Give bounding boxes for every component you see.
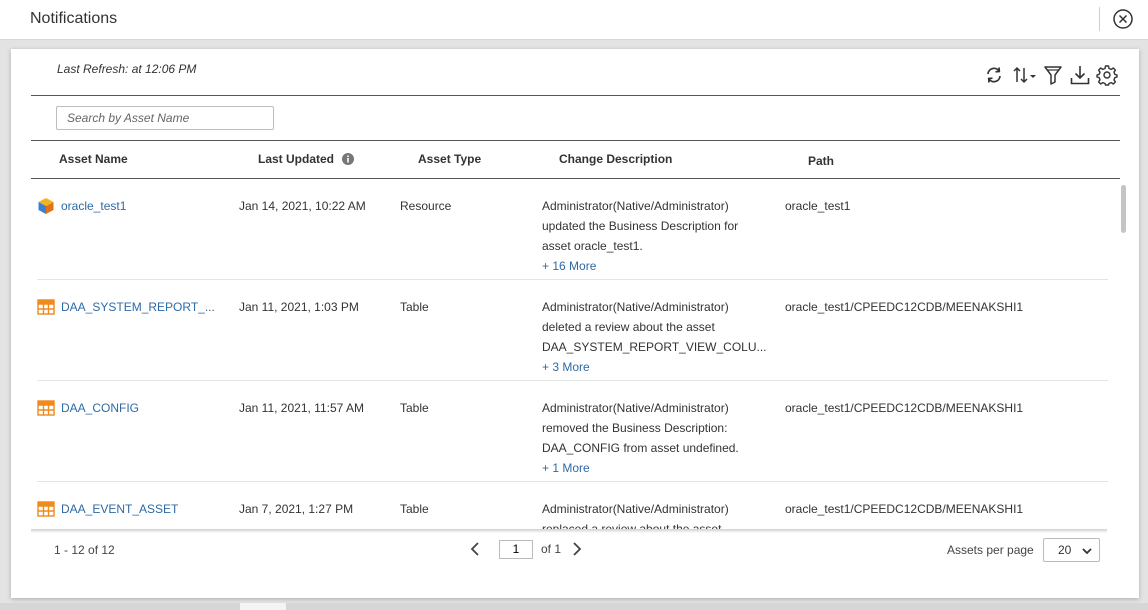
per-page-select[interactable]: 20	[1043, 538, 1100, 562]
dialog-header: Notifications	[0, 0, 1148, 40]
asset-type-cell: Table	[400, 300, 429, 314]
column-header-last-updated-label: Last Updated	[258, 152, 335, 166]
vertical-scrollbar[interactable]	[1121, 185, 1126, 233]
last-updated-cell: Jan 11, 2021, 1:03 PM	[239, 300, 359, 314]
more-changes-link[interactable]: + 1 More	[542, 458, 752, 478]
change-description-cell: Administrator(Native/Administrator) remov…	[542, 398, 752, 478]
column-header-asset-type[interactable]: Asset Type	[418, 152, 481, 166]
path-cell: oracle_test1/CPEEDC12CDB/MEENAKSHI1	[785, 502, 1024, 516]
bottom-strip-segment	[240, 603, 286, 610]
change-description-cell: Administrator(Native/Administrator) repla…	[542, 499, 752, 529]
table-row: DAA_EVENT_ASSET Jan 7, 2021, 1:27 PM Table…	[37, 482, 1108, 529]
column-header-change-description[interactable]: Change Description	[559, 152, 672, 166]
column-header-path[interactable]: Path	[808, 154, 834, 168]
change-description-line: Administrator(Native/Administrator)	[542, 199, 729, 213]
change-description-cell: Administrator(Native/Administrator) delet…	[542, 297, 767, 377]
table-scroll-shadow	[31, 529, 1107, 533]
path-cell: oracle_test1/CPEEDC12CDB/MEENAKSHI1	[785, 401, 1024, 415]
change-description-line: deleted a review about the asset	[542, 320, 715, 334]
more-changes-link[interactable]: + 16 More	[542, 256, 752, 276]
per-page-label: Assets per page	[947, 543, 1034, 557]
asset-name-link[interactable]: DAA_EVENT_ASSET	[37, 499, 178, 519]
more-changes-link[interactable]: + 3 More	[542, 357, 752, 377]
asset-type-cell: Table	[400, 502, 429, 516]
header-divider	[1099, 7, 1100, 31]
change-description-line: Administrator(Native/Administrator)	[542, 300, 729, 314]
last-updated-cell: Jan 14, 2021, 10:22 AM	[239, 199, 366, 213]
change-description-line: Administrator(Native/Administrator)	[542, 401, 729, 415]
per-page-value: 20	[1058, 543, 1072, 557]
filter-icon[interactable]	[1042, 64, 1064, 86]
path-cell: oracle_test1/CPEEDC12CDB/MEENAKSHI1	[785, 300, 1024, 314]
asset-name-link[interactable]: DAA_CONFIG	[37, 398, 139, 418]
search-input[interactable]	[56, 106, 274, 130]
table-icon	[37, 399, 55, 417]
column-header-asset-name[interactable]: Asset Name	[59, 152, 128, 166]
change-description-line: updated the Business Description for	[542, 219, 739, 233]
table-row: DAA_SYSTEM_REPORT_... Jan 11, 2021, 1:03 …	[37, 280, 1108, 381]
previous-page-icon[interactable]	[467, 539, 483, 559]
table-icon	[37, 298, 55, 316]
asset-name-link[interactable]: DAA_SYSTEM_REPORT_...	[37, 297, 215, 317]
page-total: of 1	[541, 542, 562, 556]
dialog-title: Notifications	[30, 10, 118, 27]
change-description-cell: Administrator(Native/Administrator) updat…	[542, 196, 752, 276]
notifications-panel: Last Refresh: at 12:06 PM Asset Name Las…	[11, 49, 1139, 598]
result-count: 1 - 12 of 12	[54, 543, 115, 557]
info-icon[interactable]	[342, 153, 355, 168]
path-cell: oracle_test1	[785, 199, 851, 213]
asset-name: DAA_CONFIG	[61, 401, 140, 415]
sort-icon[interactable]	[1010, 64, 1037, 86]
asset-type-cell: Resource	[400, 199, 452, 213]
change-description-line: DAA_CONFIG from asset undefined.	[542, 441, 739, 455]
last-updated-cell: Jan 11, 2021, 11:57 AM	[239, 401, 364, 415]
refresh-icon[interactable]	[983, 64, 1005, 86]
chevron-down-icon	[1081, 545, 1093, 559]
change-description-line: replaced a review about the asset	[542, 522, 722, 529]
toolbar-divider	[31, 95, 1120, 96]
table-row: DAA_CONFIG Jan 11, 2021, 11:57 AM Table Adm…	[37, 381, 1108, 482]
asset-name-link[interactable]: oracle_test1	[37, 196, 126, 216]
last-updated-cell: Jan 7, 2021, 1:27 PM	[239, 502, 354, 516]
pagination: of 1	[467, 539, 585, 559]
settings-icon[interactable]	[1096, 64, 1118, 86]
table-icon	[37, 500, 55, 518]
download-icon[interactable]	[1069, 64, 1091, 86]
search-divider	[31, 140, 1120, 141]
last-refresh-text: Last Refresh: at 12:06 PM	[57, 62, 197, 76]
page-number-input[interactable]	[499, 539, 533, 559]
next-page-icon[interactable]	[569, 539, 585, 559]
change-description-line: asset oracle_test1.	[542, 239, 643, 253]
bottom-strip	[0, 603, 1148, 610]
close-icon[interactable]	[1112, 8, 1134, 30]
asset-name: DAA_SYSTEM_REPORT_...	[61, 300, 215, 314]
table-row: oracle_test1 Jan 14, 2021, 10:22 AM Resour…	[37, 179, 1108, 280]
resource-cube-icon	[37, 197, 55, 215]
asset-table-body: oracle_test1 Jan 14, 2021, 10:22 AM Resour…	[31, 179, 1117, 529]
change-description-line: Administrator(Native/Administrator)	[542, 502, 729, 516]
change-description-line: removed the Business Description:	[542, 421, 728, 435]
column-header-last-updated[interactable]: Last Updated	[258, 152, 355, 168]
change-description-line: DAA_SYSTEM_REPORT_VIEW_COLU...	[542, 340, 767, 354]
asset-name: oracle_test1	[61, 199, 127, 213]
asset-type-cell: Table	[400, 401, 429, 415]
toolbar	[983, 63, 1118, 87]
asset-name: DAA_EVENT_ASSET	[61, 502, 179, 516]
